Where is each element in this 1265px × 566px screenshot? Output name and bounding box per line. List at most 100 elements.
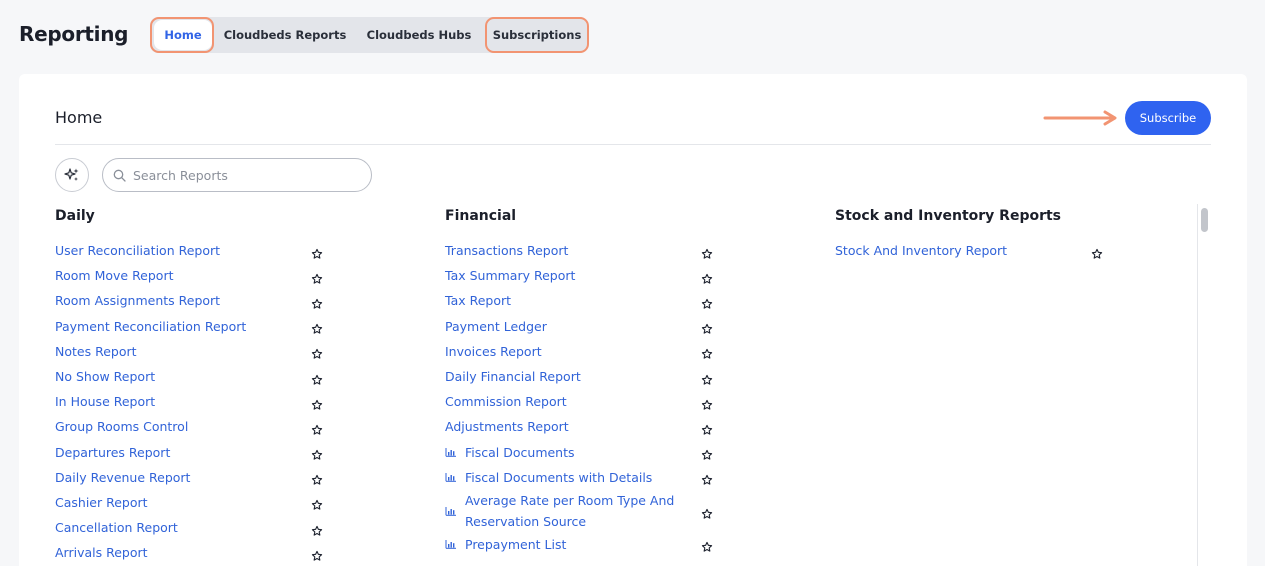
sparkles-icon <box>64 168 79 181</box>
report-item[interactable]: Room Move Report <box>55 263 385 288</box>
favorite-star-icon[interactable] <box>701 396 713 415</box>
favorite-star-icon[interactable] <box>701 245 713 264</box>
favorite-star-icon[interactable] <box>311 345 323 364</box>
report-item[interactable]: Invoices Report <box>445 339 775 364</box>
report-link[interactable]: Room Move Report <box>55 265 174 286</box>
report-link[interactable]: Invoices Report <box>445 341 542 362</box>
favorite-star-icon[interactable] <box>701 538 713 557</box>
report-link[interactable]: Cancellation Report <box>55 517 178 538</box>
report-item[interactable]: Adjustments Report <box>445 414 775 439</box>
bar-chart-icon <box>445 446 459 458</box>
report-item[interactable]: Tax Summary Report <box>445 263 775 288</box>
scrollbar-thumb[interactable] <box>1201 208 1208 232</box>
column-daily: Daily User Reconciliation Report Room Mov… <box>55 206 385 565</box>
report-link[interactable]: Notes Report <box>55 341 137 362</box>
report-item[interactable]: Cashier Report <box>55 490 385 515</box>
home-card: Home Subscribe Daily User Reconciliation… <box>19 74 1247 566</box>
search-input[interactable] <box>133 165 361 185</box>
report-link[interactable]: Group Rooms Control <box>55 416 188 437</box>
report-link[interactable]: User Reconciliation Report <box>55 240 220 261</box>
report-item[interactable]: Transactions Report <box>445 238 775 263</box>
favorite-star-icon[interactable] <box>311 295 323 314</box>
search-box <box>102 158 372 192</box>
report-link[interactable]: Stock And Inventory Report <box>835 240 1007 261</box>
favorite-star-icon[interactable] <box>311 320 323 339</box>
favorite-star-icon[interactable] <box>701 446 713 465</box>
report-item[interactable]: Fiscal Documents <box>445 440 775 465</box>
favorite-star-icon[interactable] <box>311 421 323 440</box>
favorite-star-icon[interactable] <box>311 270 323 289</box>
report-item[interactable]: User Reconciliation Report <box>55 238 385 263</box>
report-item[interactable]: No Show Report <box>55 364 385 389</box>
report-list: User Reconciliation Report Room Move Repo… <box>55 238 385 565</box>
favorite-star-icon[interactable] <box>311 371 323 390</box>
bar-chart-icon <box>445 505 459 517</box>
report-link[interactable]: No Show Report <box>55 366 155 387</box>
report-item[interactable]: Payment Ledger <box>445 314 775 339</box>
report-link[interactable]: Cashier Report <box>55 492 148 513</box>
favorite-star-icon[interactable] <box>311 496 323 515</box>
bar-chart-icon <box>445 471 459 483</box>
tab-subscriptions[interactable]: Subscriptions <box>486 17 588 53</box>
report-link[interactable]: Tax Report <box>445 290 511 311</box>
report-link[interactable]: Daily Revenue Report <box>55 467 190 488</box>
favorite-star-icon[interactable] <box>701 421 713 440</box>
report-link[interactable]: Transactions Report <box>445 240 568 261</box>
favorite-star-icon[interactable] <box>701 345 713 364</box>
report-item[interactable]: Arrivals Report <box>55 540 385 565</box>
report-link[interactable]: Payment Ledger <box>445 316 547 337</box>
report-item[interactable]: Daily Revenue Report <box>55 465 385 490</box>
report-link[interactable]: Tax Summary Report <box>445 265 575 286</box>
report-link[interactable]: In House Report <box>55 391 155 412</box>
report-item[interactable]: Departures Report <box>55 440 385 465</box>
favorite-star-icon[interactable] <box>701 295 713 314</box>
report-link[interactable]: Fiscal Documents with Details <box>465 467 652 488</box>
search-icon <box>113 169 126 182</box>
subscribe-button[interactable]: Subscribe <box>1125 101 1211 135</box>
report-link[interactable]: Daily Financial Report <box>445 366 581 387</box>
bar-chart-icon <box>445 538 459 550</box>
report-item[interactable]: Notes Report <box>55 339 385 364</box>
report-link[interactable]: Fiscal Documents <box>465 442 575 463</box>
report-link[interactable]: Arrivals Report <box>55 542 148 563</box>
report-item[interactable]: Daily Financial Report <box>445 364 775 389</box>
report-item[interactable]: In House Report <box>55 389 385 414</box>
report-item[interactable]: Payment Reconciliation Report <box>55 314 385 339</box>
report-item[interactable]: Fiscal Documents with Details <box>445 465 775 490</box>
scrollbar[interactable] <box>1197 204 1211 566</box>
report-link[interactable]: Commission Report <box>445 391 567 412</box>
favorite-star-icon[interactable] <box>701 505 713 524</box>
report-item[interactable]: Average Rate per Room Type And Reservati… <box>445 490 775 532</box>
report-item[interactable]: Group Rooms Control <box>55 414 385 439</box>
favorite-star-icon[interactable] <box>1091 245 1103 264</box>
favorite-star-icon[interactable] <box>701 320 713 339</box>
report-item[interactable]: Room Assignments Report <box>55 288 385 313</box>
favorite-star-icon[interactable] <box>701 270 713 289</box>
card-title: Home <box>55 108 103 127</box>
favorite-star-icon[interactable] <box>311 446 323 465</box>
favorite-star-icon[interactable] <box>311 471 323 490</box>
report-link[interactable]: Adjustments Report <box>445 416 569 437</box>
favorite-star-icon[interactable] <box>701 371 713 390</box>
report-link[interactable]: Average Rate per Room Type And Reservati… <box>465 490 695 532</box>
report-item[interactable]: Cancellation Report <box>55 515 385 540</box>
report-list: Stock And Inventory Report <box>835 238 1165 263</box>
favorite-star-icon[interactable] <box>311 547 323 566</box>
favorite-star-icon[interactable] <box>311 245 323 264</box>
favorite-star-icon[interactable] <box>311 522 323 541</box>
tab-home[interactable]: Home <box>154 20 212 50</box>
tab-cloudbeds-reports[interactable]: Cloudbeds Reports <box>216 17 354 53</box>
report-item[interactable]: Tax Report <box>445 288 775 313</box>
report-item[interactable]: Commission Report <box>445 389 775 414</box>
favorite-star-icon[interactable] <box>701 471 713 490</box>
report-link[interactable]: Prepayment List <box>465 534 566 555</box>
tab-cloudbeds-hubs[interactable]: Cloudbeds Hubs <box>354 17 484 53</box>
arrow-right-icon <box>1043 110 1117 126</box>
report-item[interactable]: Stock And Inventory Report <box>835 238 1165 263</box>
report-link[interactable]: Payment Reconciliation Report <box>55 316 246 337</box>
ai-assist-button[interactable] <box>55 158 89 192</box>
favorite-star-icon[interactable] <box>311 396 323 415</box>
report-link[interactable]: Departures Report <box>55 442 170 463</box>
report-item[interactable]: Prepayment List <box>445 532 775 557</box>
report-link[interactable]: Room Assignments Report <box>55 290 220 311</box>
